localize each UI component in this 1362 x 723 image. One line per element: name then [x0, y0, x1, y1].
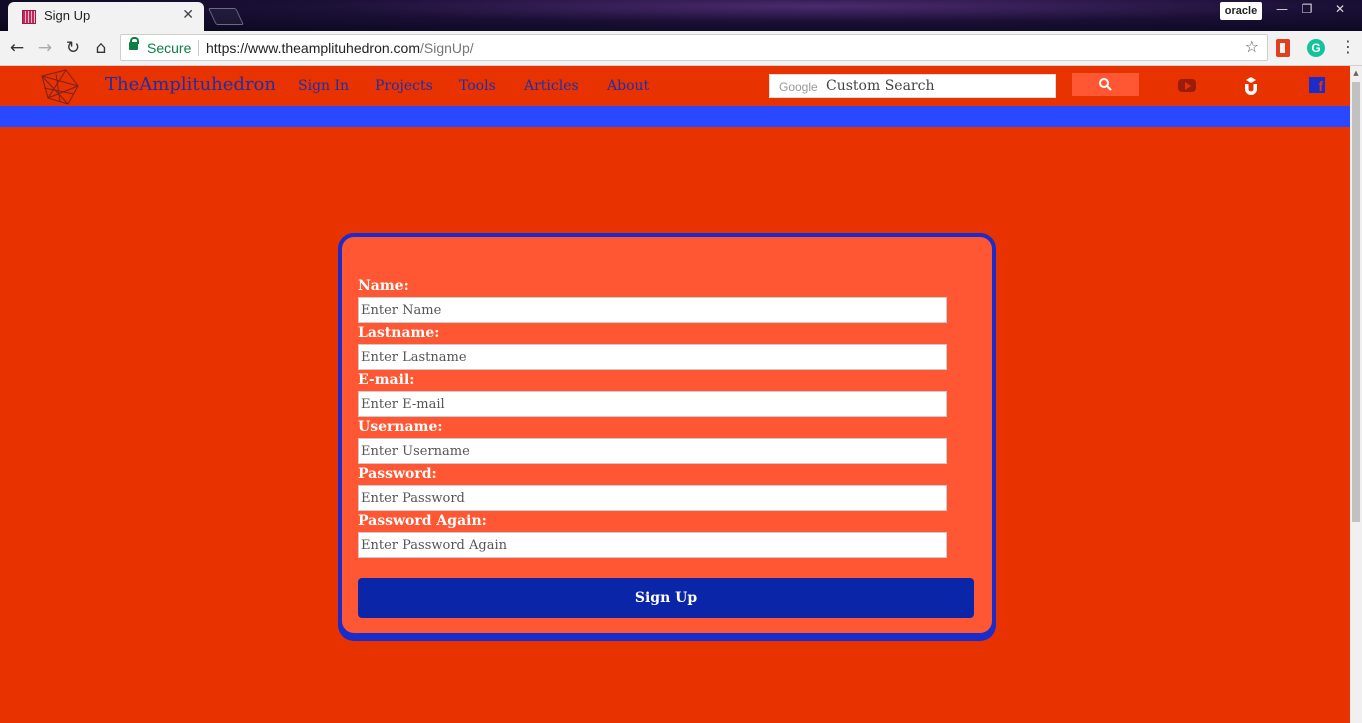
udemy-icon[interactable] [1241, 76, 1261, 96]
new-tab-button[interactable] [208, 8, 244, 25]
grammarly-extension-icon[interactable]: G [1307, 39, 1325, 57]
tab-title: Sign Up [44, 8, 91, 23]
browser-tab[interactable]: Sign Up ✕ [8, 2, 204, 31]
scroll-up-icon[interactable]: ▲ [1350, 66, 1362, 80]
facebook-icon[interactable]: f [1309, 77, 1325, 93]
home-icon[interactable]: ⌂ [90, 37, 112, 59]
scrollbar[interactable]: ▲ [1350, 66, 1362, 723]
password-again-label: Password Again: [358, 513, 487, 529]
search-input[interactable]: Google Custom Search [769, 74, 1056, 98]
password-again-field[interactable] [358, 532, 947, 558]
name-label: Name: [358, 278, 409, 294]
nav-articles[interactable]: Articles [524, 78, 579, 94]
url-text: https://www.theamplituhedron.com/SignUp/ [206, 40, 474, 56]
search-icon [1099, 78, 1112, 91]
email-label: E-mail: [358, 372, 415, 388]
sign-up-button[interactable]: Sign Up [358, 578, 974, 618]
email-field[interactable] [358, 391, 947, 417]
profile-button[interactable]: oracle [1220, 2, 1262, 20]
bookmark-star-icon[interactable]: ☆ [1245, 37, 1259, 56]
close-tab-icon[interactable]: ✕ [182, 7, 194, 23]
lock-icon [129, 37, 139, 50]
divider [198, 40, 199, 56]
window-close-icon[interactable]: ✕ [1326, 0, 1354, 20]
search-button[interactable] [1072, 73, 1139, 96]
nav-tools[interactable]: Tools [459, 78, 496, 94]
scrollbar-thumb[interactable] [1352, 82, 1360, 522]
youtube-icon[interactable] [1178, 79, 1196, 92]
lastname-label: Lastname: [358, 325, 440, 341]
address-bar[interactable]: Secure https://www.theamplituhedron.com/… [120, 34, 1268, 61]
nav-projects[interactable]: Projects [375, 78, 433, 94]
browser-toolbar: ← → ↻ ⌂ Secure https://www.theamplituhed… [0, 31, 1362, 66]
username-label: Username: [358, 419, 443, 435]
back-icon[interactable]: ← [6, 37, 28, 59]
secure-label: Secure [147, 40, 192, 56]
url-host: https://www.theamplituhedron.com [206, 40, 420, 56]
nav-about[interactable]: About [607, 78, 649, 94]
password-field[interactable] [358, 485, 947, 511]
lastname-field[interactable] [358, 344, 947, 370]
search-placeholder: Custom Search [826, 78, 935, 94]
name-field[interactable] [358, 297, 947, 323]
password-label: Password: [358, 466, 437, 482]
site-header: TheAmplituhedron Sign In Projects Tools … [0, 66, 1350, 106]
url-path: /SignUp/ [420, 40, 474, 56]
minimize-icon[interactable]: — [1268, 0, 1296, 20]
reload-icon[interactable]: ↻ [62, 37, 84, 59]
search-brand: Google [779, 80, 818, 94]
office-extension-icon[interactable] [1276, 39, 1290, 57]
username-field[interactable] [358, 438, 947, 464]
site-favicon-icon [22, 10, 36, 24]
header-strip [0, 106, 1350, 127]
browser-tab-bar: Sign Up ✕ oracle — ❐ ✕ [0, 0, 1362, 31]
restore-icon[interactable]: ❐ [1293, 0, 1321, 20]
browser-menu-icon[interactable]: ⋮ [1340, 37, 1356, 56]
site-logo-icon[interactable] [38, 68, 82, 106]
nav-sign-in[interactable]: Sign In [298, 78, 349, 94]
signup-form-card [338, 233, 996, 637]
site-brand-link[interactable]: TheAmplituhedron [105, 74, 276, 95]
forward-icon[interactable]: → [34, 37, 56, 59]
